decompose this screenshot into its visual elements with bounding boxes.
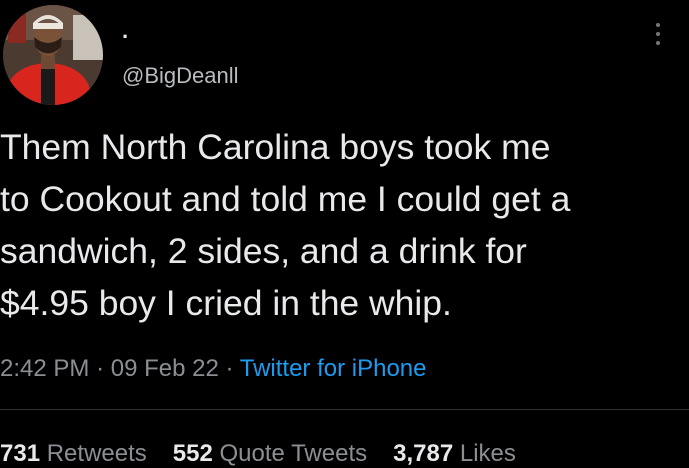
retweets-label: Retweets [46, 440, 147, 467]
tweet-card: . @BigDeanll Them North Carolina boys to… [0, 0, 689, 468]
quote-tweets-label: Quote Tweets [219, 440, 368, 467]
tweet-text-line: to Cookout and told me I could get a [0, 179, 571, 219]
tweet-text-line: $4.95 boy I cried in the whip. [0, 283, 452, 323]
quote-tweets-stat[interactable]: 552 Quote Tweets [173, 440, 367, 468]
more-dot [656, 32, 660, 36]
likes-label: Likes [459, 440, 516, 467]
more-dot [656, 23, 660, 27]
user-handle[interactable]: @BigDeanll [122, 63, 239, 89]
tweet-text: Them North Carolina boys took me to Cook… [0, 121, 680, 329]
avatar[interactable] [3, 5, 103, 105]
likes-count: 3,787 [393, 440, 454, 467]
tweet-text-line: sandwich, 2 sides, and a drink for [0, 231, 527, 271]
more-dot [656, 41, 660, 45]
more-vertical-icon[interactable] [648, 16, 668, 52]
avatar-photo [3, 5, 103, 105]
quote-tweets-count: 552 [172, 440, 213, 467]
divider [0, 409, 689, 410]
tweet-meta: 2:42 PM · 09 Feb 22 · Twitter for iPhone [0, 354, 426, 384]
retweets-stat[interactable]: 731 Retweets [0, 440, 147, 468]
tweet-time[interactable]: 2:42 PM [0, 355, 89, 382]
display-name[interactable]: . [122, 18, 128, 44]
meta-separator: · [225, 355, 234, 382]
tweet-text-line: Them North Carolina boys took me [0, 127, 551, 167]
likes-stat[interactable]: 3,787 Likes [393, 440, 516, 468]
retweets-count: 731 [0, 440, 41, 467]
tweet-date[interactable]: 09 Feb 22 [111, 355, 219, 382]
tweet-source-link[interactable]: Twitter for iPhone [240, 355, 427, 382]
tweet-stats: 731 Retweets 552 Quote Tweets 3,787 Like… [0, 440, 516, 468]
meta-separator: · [96, 355, 105, 382]
